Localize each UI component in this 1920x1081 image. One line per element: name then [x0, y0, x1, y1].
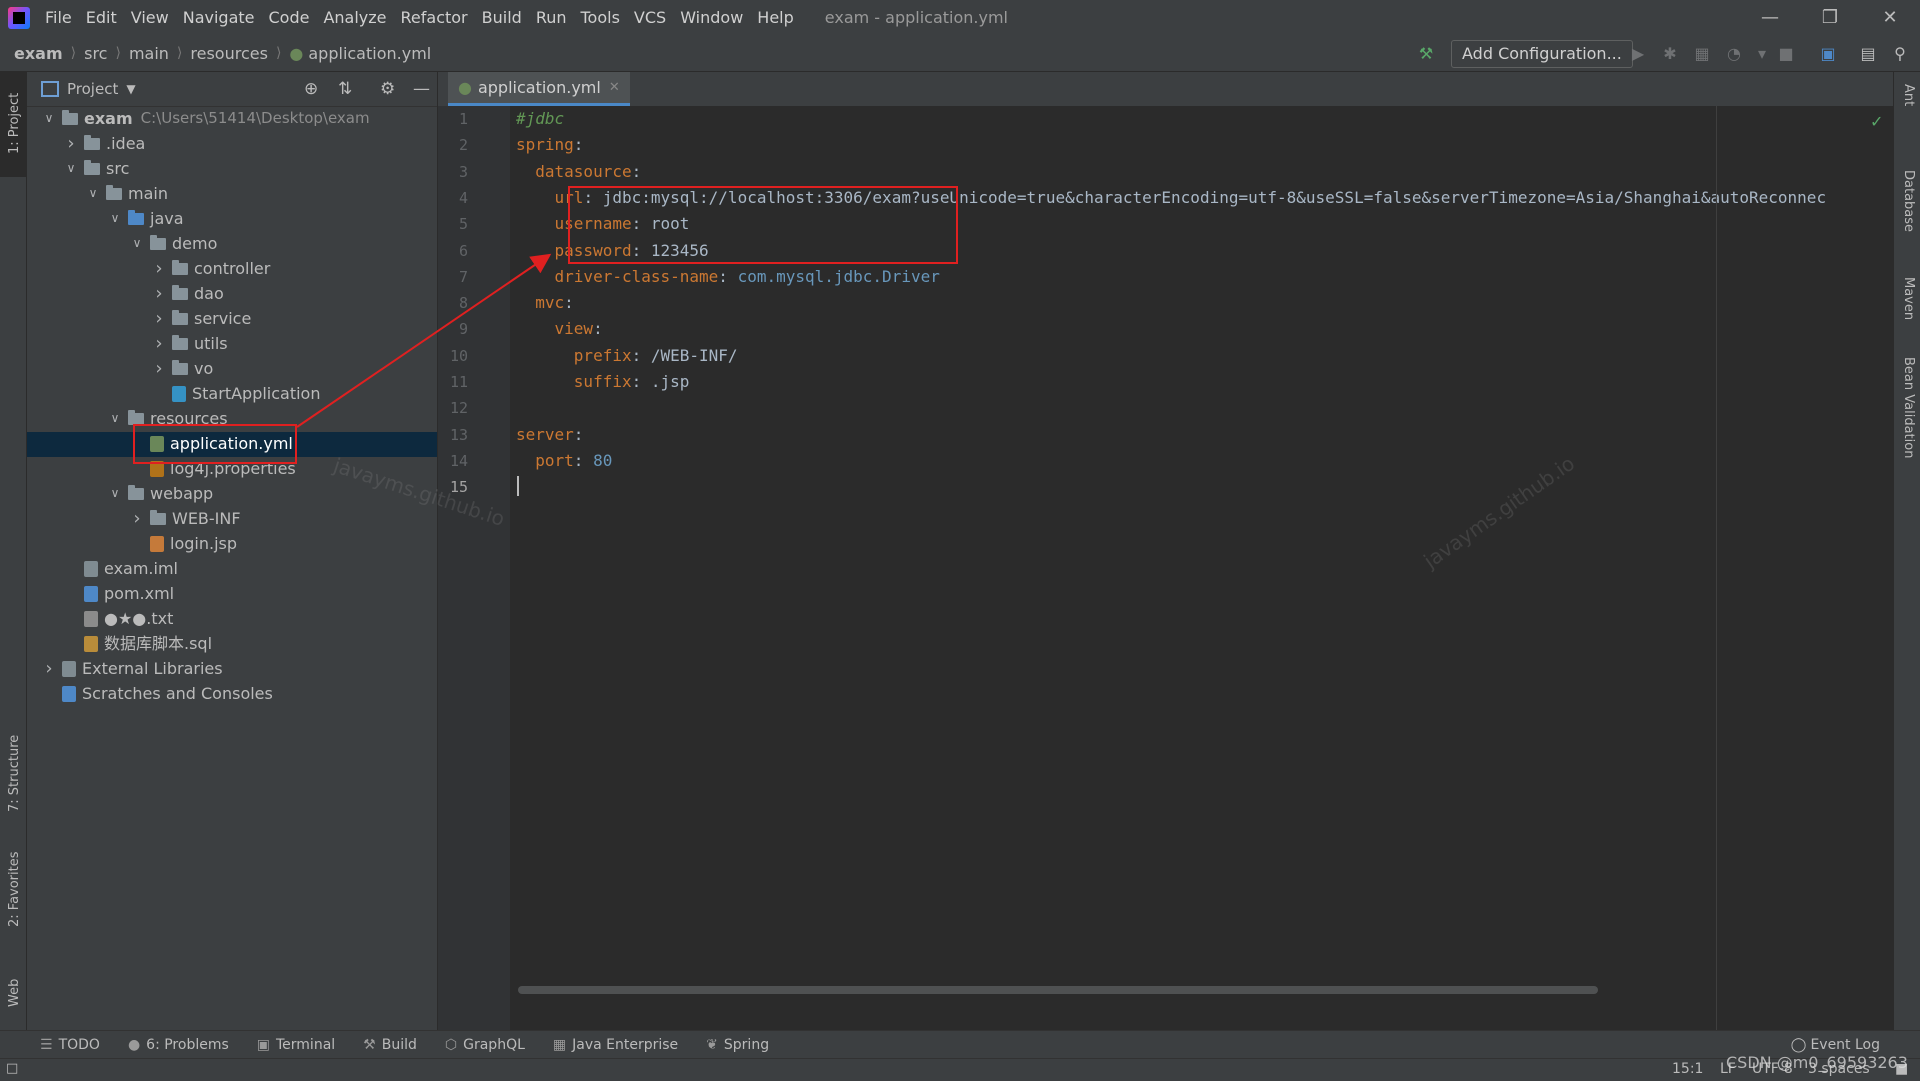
tool-window-bar: ☰ TODO ● 6: Problems ▣ Terminal ⚒ Build ⬡ GraphQL…: [0, 1030, 1920, 1059]
tool-window-label: Spring: [723, 1037, 770, 1053]
terminal-icon: ▣: [256, 1037, 270, 1053]
csdn-watermark: CSDN @m0_69593263: [1726, 1053, 1908, 1072]
spring-icon: ❦: [706, 1037, 718, 1053]
hammer-icon: ⚒: [363, 1037, 376, 1053]
tool-window-6-problems[interactable]: ● 6: Problems: [128, 1037, 229, 1053]
tool-window-label: 6: Problems: [146, 1037, 229, 1053]
tool-window-buttons: ☰ TODO ● 6: Problems ▣ Terminal ⚒ Build ⬡ GraphQL…: [0, 1037, 769, 1053]
problems-icon: ●: [127, 1037, 141, 1053]
tool-window-label: TODO: [58, 1037, 100, 1053]
graphql-icon: ⬡: [444, 1037, 458, 1053]
tool-window-label: Terminal: [276, 1037, 336, 1053]
tool-window-label: Build: [381, 1037, 417, 1053]
tool-window-label: GraphQL: [463, 1037, 525, 1053]
tool-window-todo[interactable]: ☰ TODO: [40, 1037, 100, 1053]
tool-window-terminal[interactable]: ▣ Terminal: [257, 1037, 335, 1053]
tool-window-java-enterprise[interactable]: ▦ Java Enterprise: [553, 1037, 678, 1053]
caret-position[interactable]: 15:1: [1672, 1061, 1703, 1077]
tool-window-graphql[interactable]: ⬡ GraphQL: [445, 1037, 525, 1053]
tool-window-label: Java Enterprise: [572, 1037, 679, 1053]
java-enterprise-icon: ▦: [552, 1037, 567, 1053]
list-icon: ☰: [40, 1037, 53, 1053]
status-bar: □ 15:1 LF UTF-8 3 spaces ■ CSDN @m0_6959…: [0, 1053, 1920, 1081]
tool-window-spring[interactable]: ❦ Spring: [706, 1037, 769, 1053]
event-log-button[interactable]: ◯ Event Log: [1791, 1037, 1880, 1053]
toggle-tool-windows-icon[interactable]: □: [6, 1061, 18, 1076]
tool-window-build[interactable]: ⚒ Build: [363, 1037, 417, 1053]
annotation-arrow: [296, 253, 552, 428]
event-log-icon: ◯: [1790, 1037, 1807, 1053]
event-log-label: Event Log: [1810, 1037, 1880, 1053]
